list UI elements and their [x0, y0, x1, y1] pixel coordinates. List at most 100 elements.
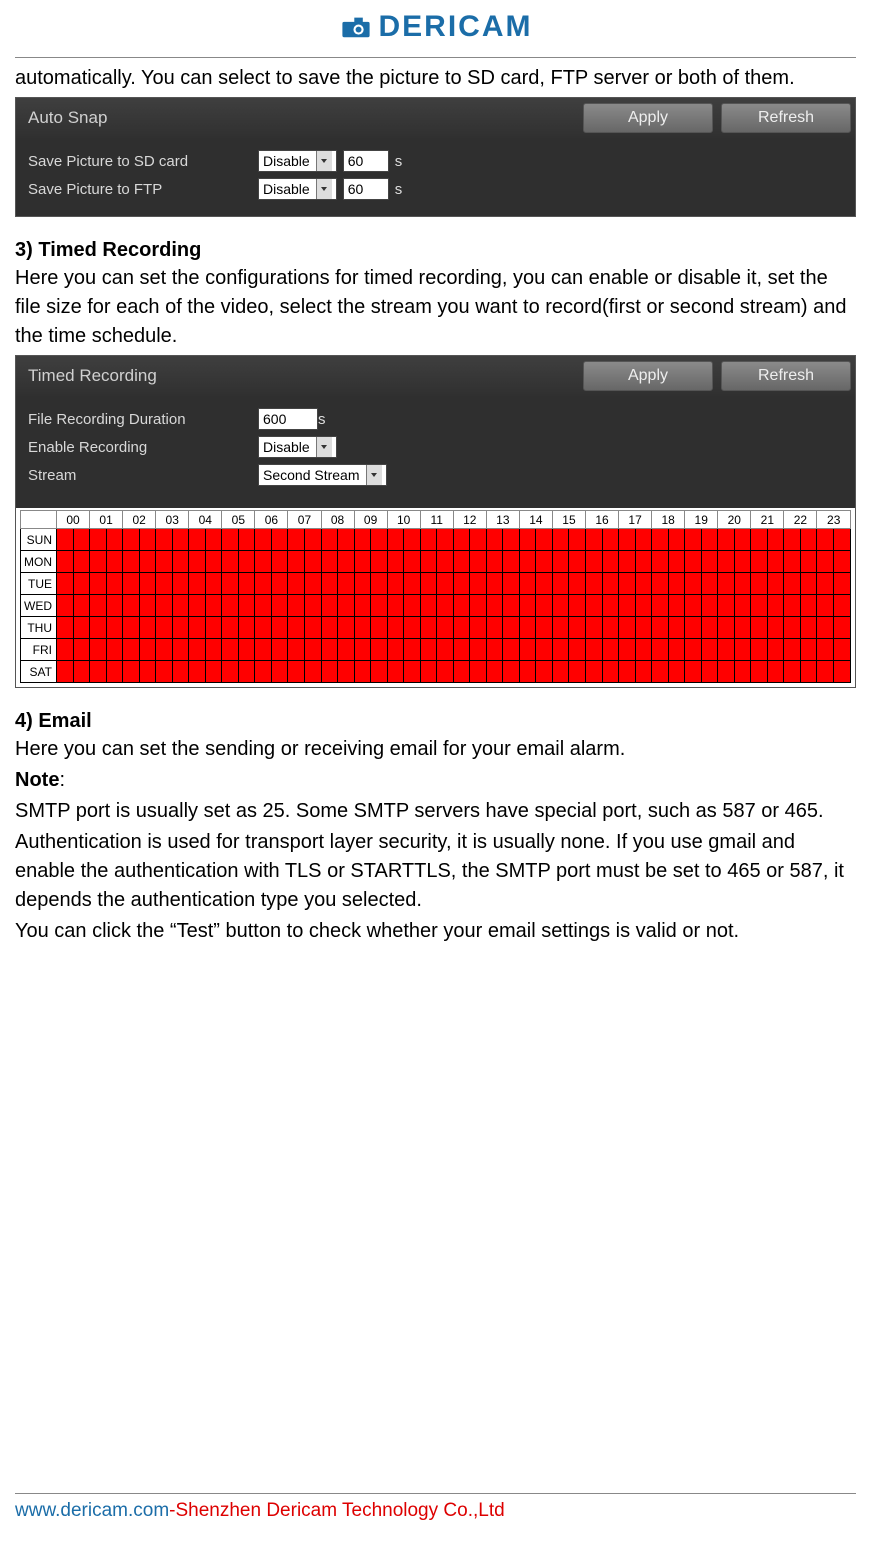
schedule-cell[interactable] — [189, 595, 206, 617]
schedule-cell[interactable] — [718, 529, 735, 551]
schedule-cell[interactable] — [139, 551, 156, 573]
refresh-button[interactable]: Refresh — [721, 361, 851, 391]
schedule-cell[interactable] — [586, 573, 603, 595]
schedule-cell[interactable] — [718, 551, 735, 573]
schedule-cell[interactable] — [569, 551, 586, 573]
schedule-cell[interactable] — [602, 661, 619, 683]
schedule-cell[interactable] — [123, 573, 140, 595]
schedule-cell[interactable] — [288, 661, 305, 683]
schedule-cell[interactable] — [371, 573, 388, 595]
schedule-cell[interactable] — [569, 573, 586, 595]
schedule-cell[interactable] — [635, 529, 652, 551]
schedule-cell[interactable] — [701, 573, 718, 595]
schedule-cell[interactable] — [784, 661, 801, 683]
schedule-cell[interactable] — [602, 551, 619, 573]
schedule-cell[interactable] — [288, 639, 305, 661]
schedule-cell[interactable] — [685, 551, 702, 573]
schedule-cell[interactable] — [189, 551, 206, 573]
schedule-cell[interactable] — [222, 573, 239, 595]
schedule-cell[interactable] — [437, 551, 454, 573]
schedule-cell[interactable] — [222, 661, 239, 683]
schedule-cell[interactable] — [800, 529, 817, 551]
schedule-cell[interactable] — [420, 661, 437, 683]
schedule-cell[interactable] — [652, 661, 669, 683]
schedule-cell[interactable] — [205, 573, 222, 595]
schedule-cell[interactable] — [784, 529, 801, 551]
schedule-cell[interactable] — [519, 661, 536, 683]
schedule-cell[interactable] — [106, 617, 123, 639]
apply-button[interactable]: Apply — [583, 103, 713, 133]
schedule-cell[interactable] — [139, 661, 156, 683]
schedule-cell[interactable] — [420, 573, 437, 595]
schedule-cell[interactable] — [619, 529, 636, 551]
schedule-cell[interactable] — [387, 617, 404, 639]
schedule-cell[interactable] — [222, 551, 239, 573]
schedule-cell[interactable] — [751, 573, 768, 595]
schedule-cell[interactable] — [734, 617, 751, 639]
schedule-cell[interactable] — [718, 661, 735, 683]
schedule-cell[interactable] — [172, 639, 189, 661]
schedule-cell[interactable] — [536, 661, 553, 683]
schedule-cell[interactable] — [172, 551, 189, 573]
schedule-cell[interactable] — [304, 617, 321, 639]
schedule-cell[interactable] — [338, 529, 355, 551]
schedule-cell[interactable] — [800, 639, 817, 661]
schedule-cell[interactable] — [156, 639, 173, 661]
schedule-cell[interactable] — [73, 529, 90, 551]
schedule-cell[interactable] — [503, 639, 520, 661]
schedule-cell[interactable] — [238, 617, 255, 639]
schedule-cell[interactable] — [519, 551, 536, 573]
schedule-cell[interactable] — [619, 617, 636, 639]
schedule-cell[interactable] — [751, 639, 768, 661]
schedule-cell[interactable] — [701, 529, 718, 551]
schedule-cell[interactable] — [271, 551, 288, 573]
schedule-cell[interactable] — [106, 595, 123, 617]
schedule-cell[interactable] — [321, 639, 338, 661]
schedule-cell[interactable] — [271, 529, 288, 551]
schedule-cell[interactable] — [321, 661, 338, 683]
schedule-cell[interactable] — [338, 551, 355, 573]
schedule-cell[interactable] — [767, 617, 784, 639]
schedule-cell[interactable] — [90, 617, 107, 639]
schedule-cell[interactable] — [453, 573, 470, 595]
schedule-cell[interactable] — [139, 639, 156, 661]
schedule-cell[interactable] — [205, 595, 222, 617]
schedule-cell[interactable] — [569, 529, 586, 551]
schedule-cell[interactable] — [734, 529, 751, 551]
schedule-cell[interactable] — [387, 639, 404, 661]
schedule-cell[interactable] — [321, 595, 338, 617]
schedule-cell[interactable] — [619, 551, 636, 573]
schedule-cell[interactable] — [470, 573, 487, 595]
schedule-cell[interactable] — [652, 595, 669, 617]
schedule-cell[interactable] — [569, 617, 586, 639]
schedule-cell[interactable] — [767, 595, 784, 617]
schedule-cell[interactable] — [519, 573, 536, 595]
schedule-cell[interactable] — [486, 529, 503, 551]
schedule-cell[interactable] — [238, 595, 255, 617]
schedule-cell[interactable] — [222, 529, 239, 551]
schedule-cell[interactable] — [57, 661, 74, 683]
schedule-cell[interactable] — [338, 617, 355, 639]
schedule-cell[interactable] — [453, 595, 470, 617]
schedule-cell[interactable] — [189, 529, 206, 551]
schedule-cell[interactable] — [156, 529, 173, 551]
schedule-cell[interactable] — [470, 639, 487, 661]
schedule-cell[interactable] — [685, 661, 702, 683]
schedule-cell[interactable] — [238, 529, 255, 551]
schedule-cell[interactable] — [238, 573, 255, 595]
schedule-cell[interactable] — [453, 617, 470, 639]
schedule-cell[interactable] — [751, 595, 768, 617]
schedule-cell[interactable] — [619, 573, 636, 595]
schedule-cell[interactable] — [503, 529, 520, 551]
schedule-cell[interactable] — [73, 661, 90, 683]
schedule-cell[interactable] — [635, 573, 652, 595]
schedule-cell[interactable] — [172, 595, 189, 617]
schedule-cell[interactable] — [404, 529, 421, 551]
schedule-cell[interactable] — [453, 661, 470, 683]
schedule-cell[interactable] — [73, 617, 90, 639]
ftp-select[interactable]: Disable — [258, 178, 337, 200]
schedule-cell[interactable] — [288, 573, 305, 595]
schedule-cell[interactable] — [552, 617, 569, 639]
schedule-cell[interactable] — [602, 529, 619, 551]
schedule-cell[interactable] — [338, 661, 355, 683]
